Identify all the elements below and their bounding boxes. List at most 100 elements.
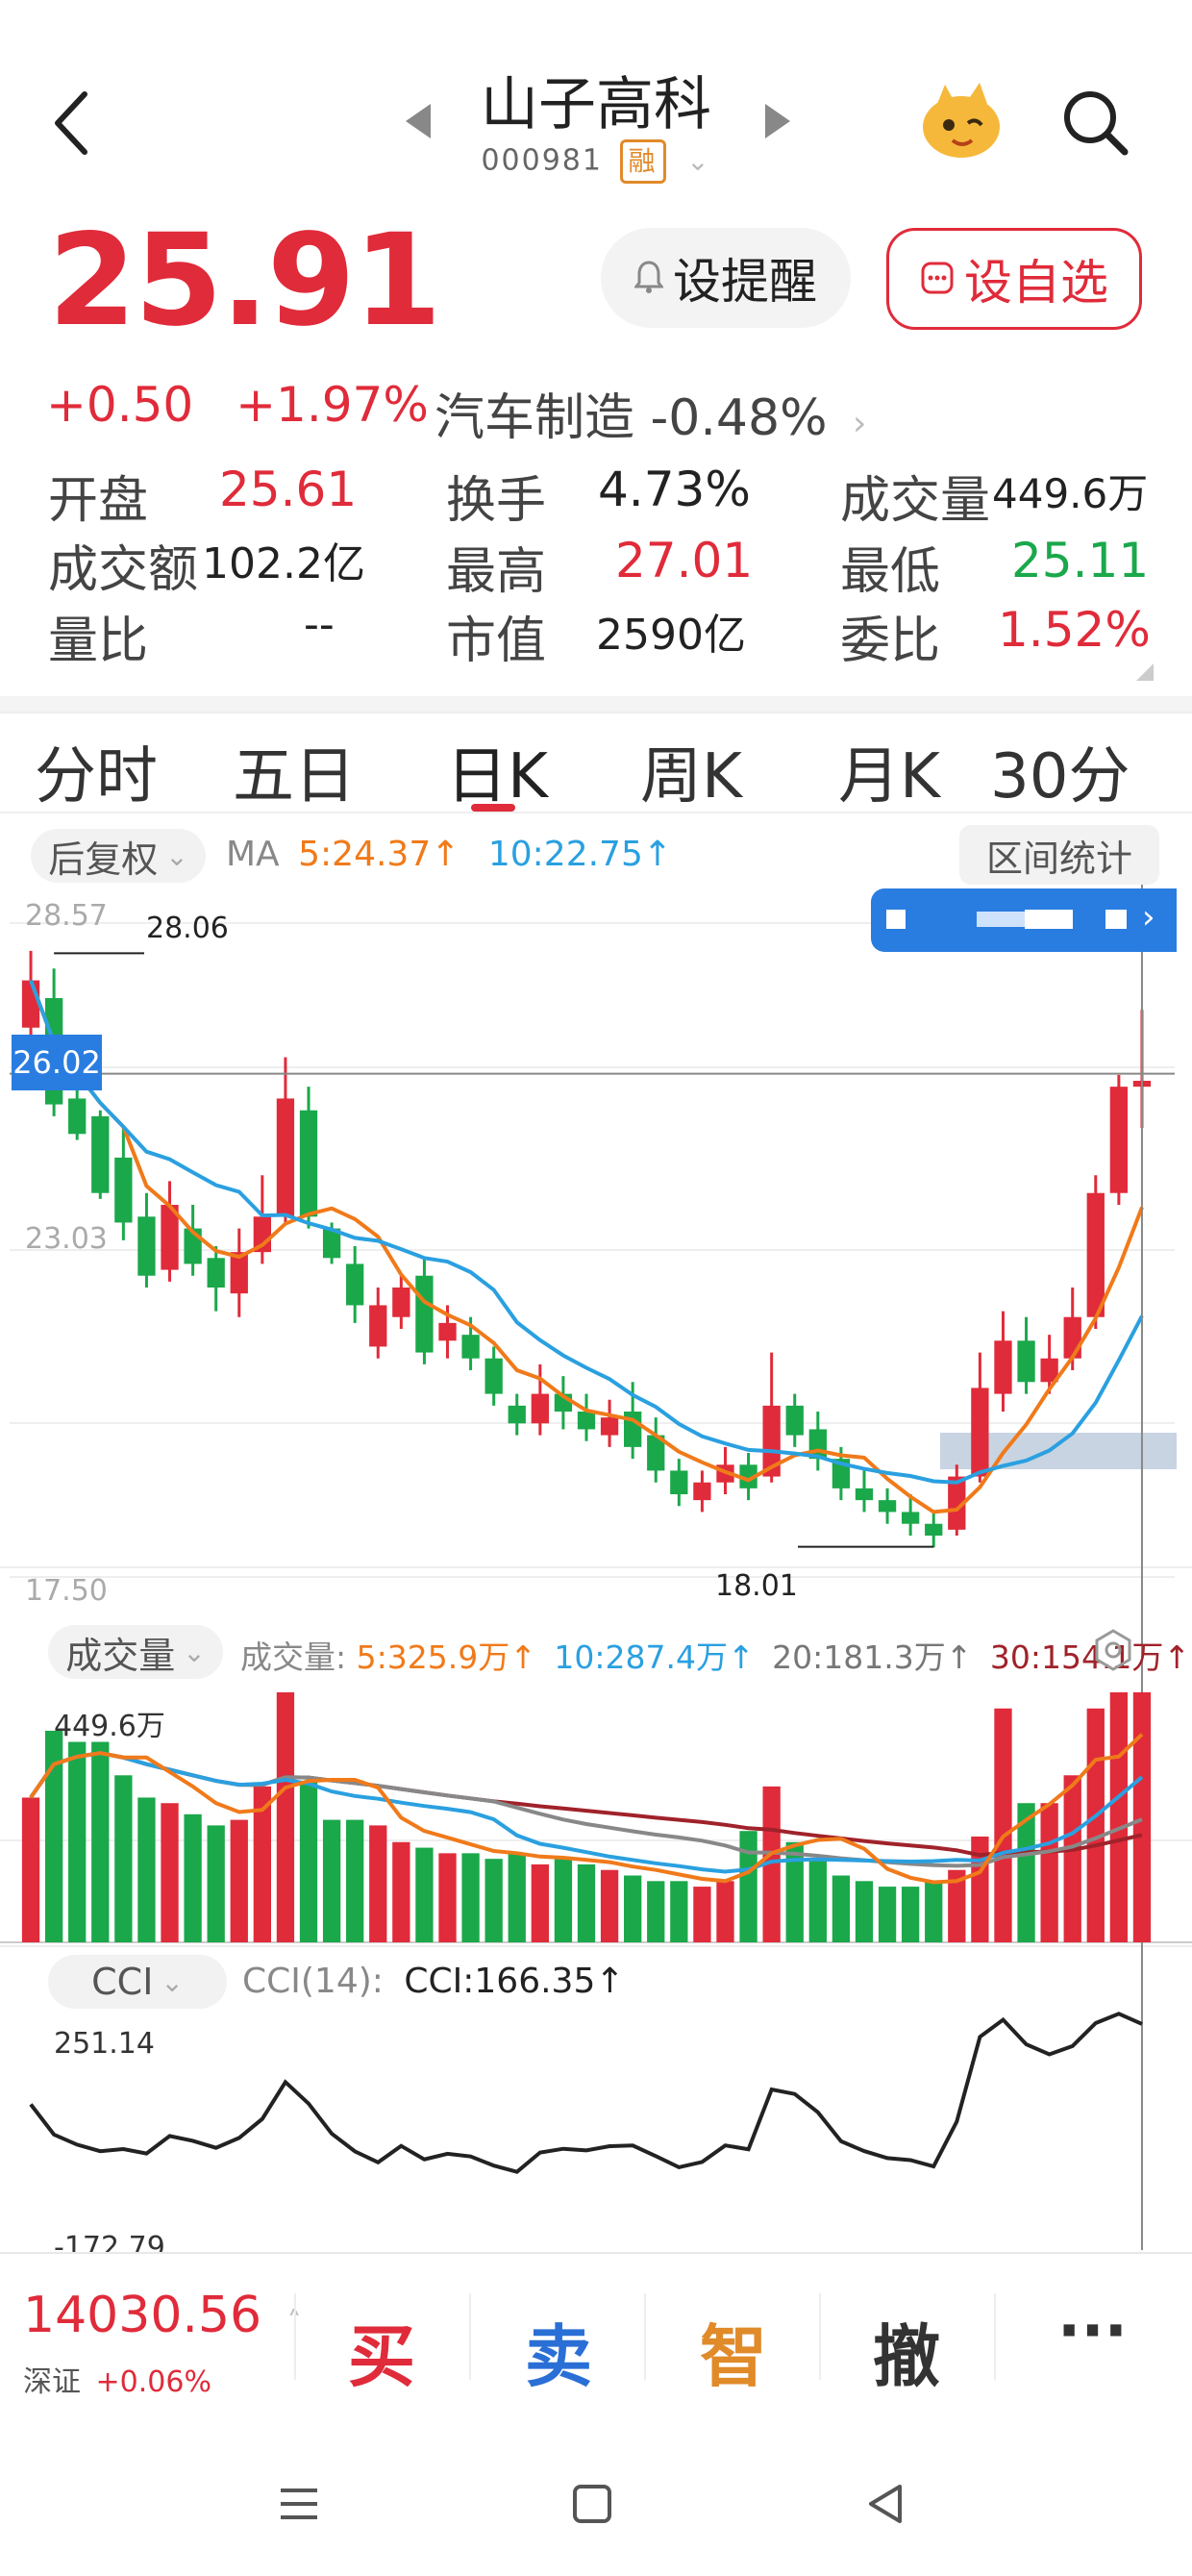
candle-body	[299, 1110, 318, 1217]
volume-value: 449.6万	[992, 470, 1149, 517]
smart-button[interactable]: 智	[700, 2303, 767, 2400]
index-value[interactable]: 14030.56 ˄	[23, 2287, 302, 2344]
search-icon[interactable]	[1057, 85, 1134, 162]
cci-prefix: CCI(14):	[242, 1962, 384, 2001]
buy-button[interactable]: 买	[348, 2303, 415, 2400]
volume-bar	[415, 1847, 434, 1942]
volume-bar	[716, 1881, 734, 1942]
mcap-value: 2590亿	[596, 611, 746, 660]
candle-body	[670, 1470, 688, 1495]
volume-bar	[276, 1692, 295, 1942]
candle-body	[1063, 1316, 1081, 1359]
indicator-selector[interactable]: CCI ⌄	[48, 1955, 227, 2009]
sell-button[interactable]: 卖	[525, 2303, 592, 2400]
tab-intraday[interactable]: 分时	[35, 727, 158, 815]
set-alert-label: 设提醒	[673, 254, 817, 310]
open-value: 25.61	[219, 462, 358, 517]
candle-body	[1086, 1192, 1105, 1317]
candle-body	[1017, 1340, 1035, 1383]
tab-weekly-k[interactable]: 周K	[640, 727, 742, 815]
volume-bar	[739, 1831, 757, 1942]
chevron-right-icon: ›	[1142, 898, 1155, 937]
chevron-down-icon: ⌄	[161, 1965, 184, 1998]
candle-body	[693, 1482, 711, 1501]
tab-monthly-k[interactable]: 月K	[838, 727, 940, 815]
period-tabs: 分时 五日 日K 周K 月K 30分	[0, 712, 1192, 817]
ma-label: MA	[226, 835, 280, 874]
divider	[994, 2293, 996, 2380]
candle-body	[855, 1488, 874, 1501]
open-label: 开盘	[48, 472, 149, 530]
margin-badge: 融	[619, 139, 666, 184]
volume-bar	[184, 1813, 202, 1942]
tab-30min[interactable]: 30分	[990, 727, 1130, 815]
volume-legend: 成交量: 5:325.9万↑ 10:287.4万↑ 20:181.3万↑ 30:…	[240, 1632, 1190, 1678]
candle-body	[600, 1417, 619, 1436]
volume-bar	[68, 1741, 87, 1942]
volume-bar	[1109, 1692, 1129, 1942]
redacted-info-panel[interactable]: ›	[871, 888, 1177, 952]
watchlist-icon	[920, 251, 955, 307]
change-pct: +1.97%	[236, 377, 429, 433]
chevron-right-icon: ›	[853, 404, 867, 443]
stock-code-row[interactable]: 000981 融 ⌄	[0, 139, 1192, 184]
cci-axis-top: 251.14	[54, 2027, 155, 2061]
volume-bar	[299, 1781, 318, 1942]
volume-bar	[508, 1853, 526, 1942]
sector-link[interactable]: 汽车制造 -0.48% ›	[435, 377, 866, 449]
vol-ratio-label: 量比	[48, 613, 149, 670]
more-icon[interactable]: ···	[1057, 2296, 1128, 2367]
add-watchlist-button[interactable]: 设自选	[886, 228, 1142, 330]
volume-bar	[21, 1797, 40, 1942]
volume-bar	[91, 1741, 110, 1942]
volume-selector[interactable]: 成交量 ⌄	[48, 1625, 223, 1679]
tab-daily-k[interactable]: 日K	[446, 727, 548, 815]
candle-body	[925, 1523, 943, 1537]
home-icon[interactable]	[571, 2483, 613, 2529]
volume-bar	[855, 1881, 874, 1942]
menu-icon[interactable]	[277, 2485, 321, 2527]
kline-chart[interactable]	[0, 885, 1192, 2250]
candle-body	[114, 1157, 133, 1223]
volume-bar	[230, 1819, 248, 1942]
candle-body	[461, 1335, 480, 1359]
candle-body	[901, 1512, 920, 1524]
settings-icon[interactable]	[1090, 1627, 1136, 1673]
candle-body	[531, 1393, 549, 1424]
volume-selector-label: 成交量	[65, 1634, 176, 1677]
stock-name: 山子高科	[481, 71, 711, 138]
tab-five-day[interactable]: 五日	[233, 727, 356, 815]
ma-legend: MA 5:24.37↑ 10:22.75↑	[226, 835, 672, 874]
range-stats-button[interactable]: 区间统计	[959, 825, 1159, 885]
price-axis-bottom: 17.50	[25, 1574, 108, 1608]
volume-bar	[137, 1797, 156, 1942]
low-value: 25.11	[1011, 533, 1150, 588]
candle-body	[207, 1258, 225, 1288]
volume-bar	[438, 1853, 457, 1942]
divider	[294, 2293, 296, 2380]
volume-bar	[670, 1881, 688, 1942]
mascot-icon[interactable]	[918, 77, 1005, 163]
volume-bar	[577, 1863, 596, 1942]
redacted-block	[1025, 910, 1073, 929]
volume-bar	[114, 1775, 133, 1942]
adjust-selector[interactable]: 后复权 ⌄	[31, 829, 206, 883]
cci-legend: CCI(14): CCI:166.35↑	[242, 1962, 625, 2001]
amount-label: 成交额	[48, 541, 199, 599]
low-annotation: 18.01	[715, 1569, 798, 1603]
candle-body	[971, 1388, 989, 1477]
expand-corner-icon[interactable]	[1136, 663, 1154, 681]
candle-body	[878, 1500, 897, 1513]
set-alert-button[interactable]: 设提醒	[601, 228, 851, 328]
candle-body	[1109, 1087, 1129, 1193]
ma10-value: 10:22.75↑	[487, 835, 673, 874]
redacted-block	[886, 910, 906, 929]
cancel-order-button[interactable]: 撤	[873, 2303, 940, 2400]
candle-body	[91, 1115, 110, 1193]
adjust-label: 后复权	[48, 838, 159, 881]
index-name-text: 深证	[23, 2365, 81, 2399]
back-nav-icon[interactable]	[863, 2481, 906, 2531]
vol10-value: 10:287.4万↑	[554, 1638, 755, 1676]
chevron-down-icon: ⌄	[686, 144, 711, 177]
turnover-rate-label: 换手	[446, 472, 547, 530]
